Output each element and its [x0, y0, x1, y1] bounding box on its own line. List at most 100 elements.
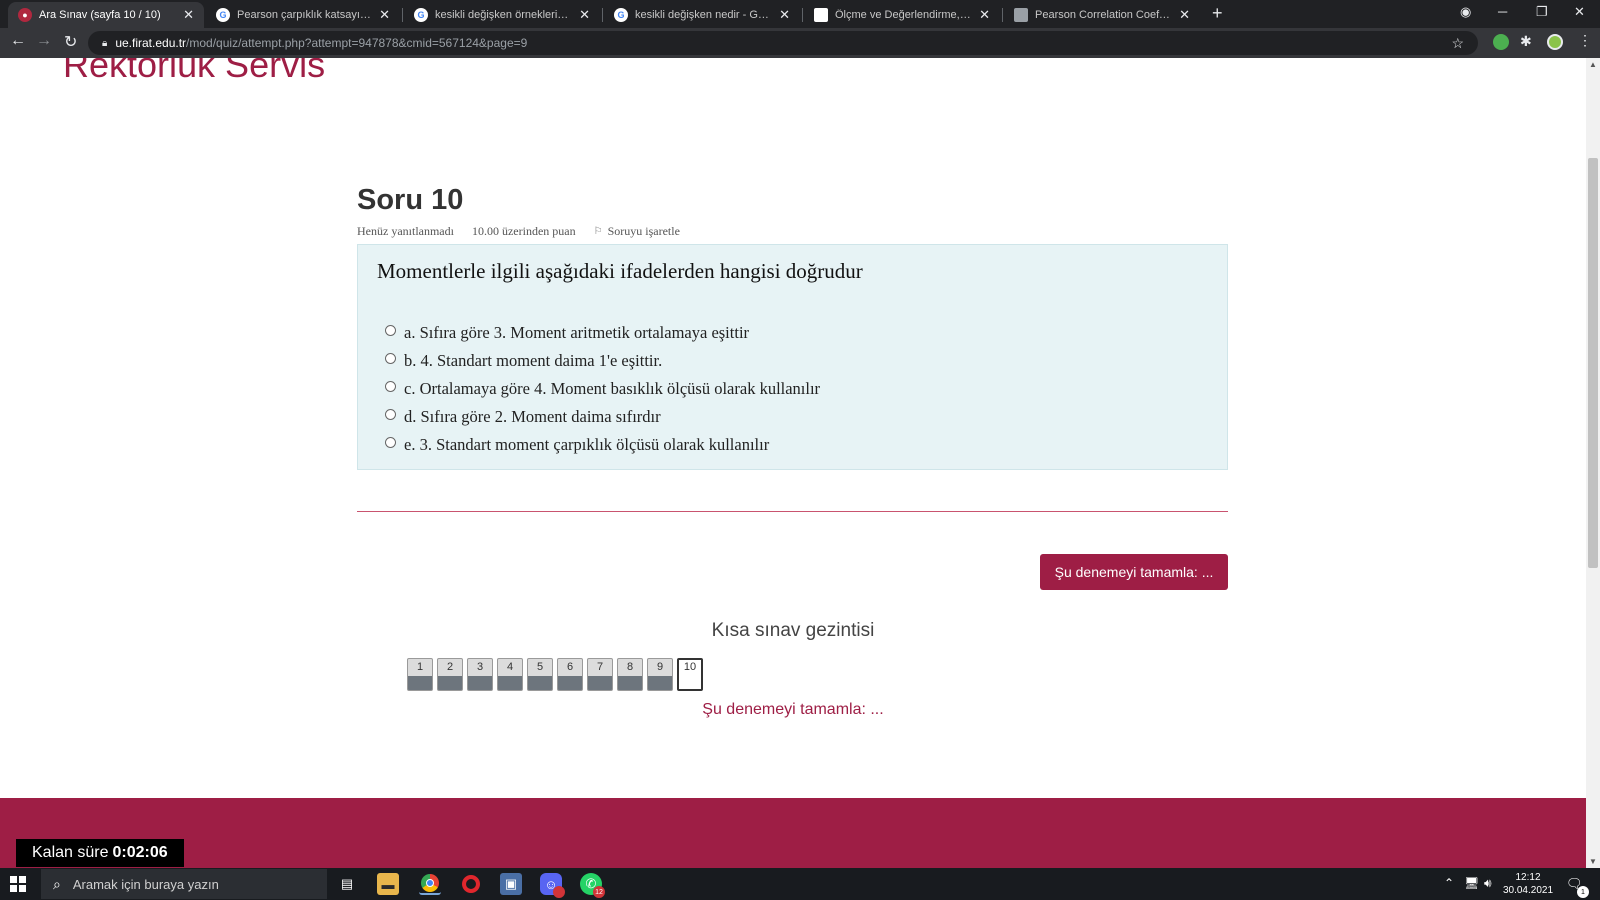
- tab-discrete-examples[interactable]: G kesikli değişken örnekleri - Goog ✕: [404, 2, 600, 28]
- address-bar[interactable]: 🔒︎ ue.firat.edu.tr /mod/quiz/attempt.php…: [88, 31, 1478, 55]
- flag-question-link[interactable]: ⚐ Soruyu işaretle: [594, 224, 680, 239]
- minimize-icon[interactable]: ─: [1498, 4, 1507, 19]
- tab-pearson-skewness[interactable]: G Pearson çarpıklık katsayısı formül ✕: [206, 2, 400, 28]
- window-close-icon[interactable]: ✕: [1574, 4, 1585, 20]
- discord-badge: [553, 886, 565, 898]
- new-tab-icon[interactable]: +: [1212, 3, 1223, 24]
- extension-icon[interactable]: [1493, 34, 1509, 50]
- taskbar-search[interactable]: ⌕ Aramak için buraya yazın: [41, 869, 327, 899]
- tab-separator: [802, 8, 803, 22]
- taskbar-search-placeholder: Aramak için buraya yazın: [72, 876, 219, 892]
- page-footer: [0, 798, 1586, 868]
- tab-pearson-correlation[interactable]: Pearson Correlation Coefficient C ✕: [1004, 2, 1200, 28]
- question-nav-button[interactable]: 1: [407, 658, 433, 691]
- tab-separator: [602, 8, 603, 22]
- tab-close-icon[interactable]: ✕: [379, 7, 390, 23]
- network-icon[interactable]: 🖥︎: [1464, 876, 1479, 890]
- radio-button[interactable]: [385, 324, 396, 336]
- question-nav-button[interactable]: 9: [647, 658, 673, 691]
- divider: [357, 511, 1228, 512]
- bookmark-star-icon[interactable]: ☆: [1451, 35, 1464, 52]
- quiz-navigation-title: Kısa sınav gezintisi: [711, 620, 875, 641]
- browser-toolbar: ← → ↻ 🔒︎ ue.firat.edu.tr /mod/quiz/attem…: [0, 28, 1600, 58]
- browser-tab-strip: ● Ara Sınav (sayfa 10 / 10) ✕ G Pearson …: [0, 0, 1600, 28]
- scroll-down-arrow-icon[interactable]: ▼: [1586, 857, 1600, 866]
- answer-label: e. 3. Standart moment çarpıklık ölçüsü o…: [404, 435, 770, 454]
- question-nav-button-current[interactable]: 10: [677, 658, 703, 691]
- tab-close-icon[interactable]: ✕: [1179, 7, 1190, 23]
- tab-separator: [1002, 8, 1003, 22]
- answer-option-c[interactable]: c. Ortalamaya göre 4. Moment basıklık öl…: [385, 375, 820, 403]
- forward-icon[interactable]: →: [36, 32, 52, 50]
- clock-time: 12:12: [1515, 872, 1541, 883]
- task-view-icon[interactable]: ▤: [336, 873, 358, 895]
- tab-title: kesikli değişken örnekleri - Goog: [435, 9, 571, 21]
- file-explorer-icon[interactable]: ▬: [377, 873, 399, 895]
- tab-title: kesikli değişken nedir - Google'd: [635, 9, 771, 21]
- answer-option-b[interactable]: b. 4. Standart moment daima 1'e eşittir.: [385, 347, 820, 375]
- chrome-icon[interactable]: [419, 873, 441, 895]
- tab-measurement-evaluation[interactable]: Ölçme ve Değerlendirme, Değişk ✕: [804, 2, 1000, 28]
- question-nav-button[interactable]: 8: [617, 658, 643, 691]
- question-heading: Soru 10: [357, 184, 464, 216]
- question-box: Momentlerle ilgili aşağıdaki ifadelerden…: [357, 244, 1228, 470]
- answer-option-a[interactable]: a. Sıfıra göre 3. Moment aritmetik ortal…: [385, 319, 820, 347]
- question-nav-button[interactable]: 5: [527, 658, 553, 691]
- opera-icon[interactable]: [460, 873, 482, 895]
- tab-quiz[interactable]: ● Ara Sınav (sayfa 10 / 10) ✕: [8, 2, 204, 28]
- puzzle-extensions-icon[interactable]: ✱: [1520, 33, 1532, 50]
- question-nav-button[interactable]: 4: [497, 658, 523, 691]
- scrollbar-thumb[interactable]: [1588, 158, 1598, 568]
- tab-title: Ölçme ve Değerlendirme, Değişk: [835, 9, 971, 21]
- question-nav-button[interactable]: 2: [437, 658, 463, 691]
- quiz-navigation: 1 2 3 4 5 6 7 8 9 10: [407, 658, 703, 691]
- answer-option-d[interactable]: d. Sıfıra göre 2. Moment daima sıfırdır: [385, 403, 820, 431]
- question-nav-button[interactable]: 3: [467, 658, 493, 691]
- radio-button[interactable]: [385, 352, 396, 364]
- back-icon[interactable]: ←: [10, 32, 26, 50]
- windows-start-icon[interactable]: [10, 876, 26, 892]
- question-status: Henüz yanıtlanmadı: [357, 224, 454, 238]
- volume-icon[interactable]: 🔊︎: [1484, 876, 1492, 891]
- url-path: /mod/quiz/attempt.php?attempt=947878&cmi…: [186, 36, 528, 50]
- menu-kebab-icon[interactable]: ⋮: [1578, 32, 1592, 49]
- question-nav-button[interactable]: 6: [557, 658, 583, 691]
- clock-date: 30.04.2021: [1502, 885, 1554, 896]
- windows-taskbar: ⌕ Aramak için buraya yazın ▤ ▬ ▣ ☺ ✆ 12 …: [0, 868, 1600, 900]
- taskbar-clock[interactable]: 12:12 30.04.2021: [1500, 871, 1556, 897]
- table-icon: [1014, 8, 1028, 22]
- profile-avatar[interactable]: [1547, 34, 1563, 50]
- tab-title: Ara Sınav (sayfa 10 / 10): [39, 9, 161, 21]
- site-title[interactable]: Rektörlük Servis: [63, 58, 325, 86]
- radio-button[interactable]: [385, 436, 396, 448]
- whatsapp-badge: 12: [593, 886, 605, 898]
- tab-close-icon[interactable]: ✕: [979, 7, 990, 23]
- tab-close-icon[interactable]: ✕: [779, 7, 790, 23]
- tab-title: Pearson çarpıklık katsayısı formül: [237, 9, 371, 21]
- answer-label: b. 4. Standart moment daima 1'e eşittir.: [404, 351, 663, 370]
- page-scrollbar[interactable]: ▲ ▼: [1586, 58, 1600, 868]
- finish-attempt-link[interactable]: Şu denemeyi tamamla: ...: [0, 701, 1586, 719]
- tab-close-icon[interactable]: ✕: [183, 7, 194, 23]
- lock-icon: 🔒︎: [102, 37, 108, 49]
- reload-icon[interactable]: ↻: [64, 32, 77, 52]
- flag-label: Soruyu işaretle: [607, 224, 680, 238]
- tab-title: Pearson Correlation Coefficient C: [1035, 9, 1171, 21]
- google-icon: G: [414, 8, 428, 22]
- scroll-up-arrow-icon[interactable]: ▲: [1586, 60, 1600, 69]
- photos-icon[interactable]: ▣: [500, 873, 522, 895]
- google-icon: G: [614, 8, 628, 22]
- answer-label: d. Sıfıra göre 2. Moment daima sıfırdır: [404, 407, 661, 426]
- notification-badge: 1: [1577, 886, 1589, 898]
- restore-icon[interactable]: ❐: [1536, 4, 1548, 20]
- radio-button[interactable]: [385, 408, 396, 420]
- answer-option-e[interactable]: e. 3. Standart moment çarpıklık ölçüsü o…: [385, 431, 820, 459]
- tab-search-icon[interactable]: ◉: [1460, 4, 1471, 20]
- question-nav-button[interactable]: 7: [587, 658, 613, 691]
- answer-label: c. Ortalamaya göre 4. Moment basıklık öl…: [404, 379, 821, 398]
- tray-chevron-icon[interactable]: ⌃: [1444, 876, 1454, 890]
- tab-close-icon[interactable]: ✕: [579, 7, 590, 23]
- tab-discrete-definition[interactable]: G kesikli değişken nedir - Google'd ✕: [604, 2, 800, 28]
- radio-button[interactable]: [385, 380, 396, 392]
- finish-attempt-button[interactable]: Şu denemeyi tamamla: ...: [1040, 554, 1228, 590]
